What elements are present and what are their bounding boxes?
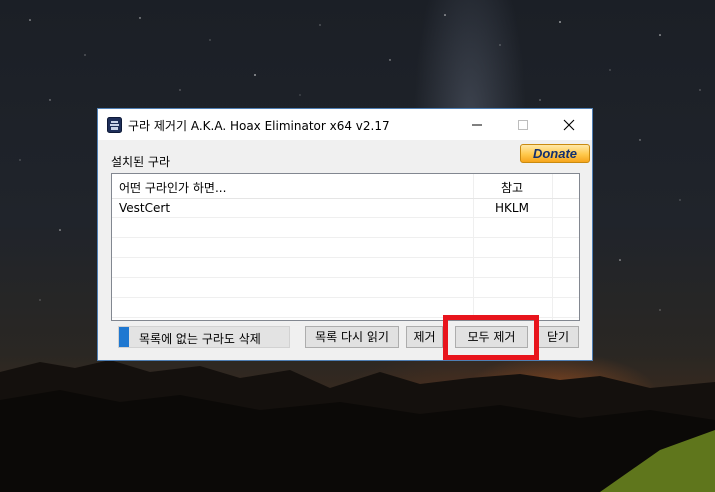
delete-unlisted-label: 목록에 없는 구라도 삭제 bbox=[139, 332, 261, 346]
list-row[interactable]: VestCert HKLM bbox=[112, 198, 579, 218]
title-bar[interactable]: 구라 제거기 A.K.A. Hoax Eliminator x64 v2.17 bbox=[98, 109, 592, 140]
delete-unlisted-toggle[interactable]: 목록에 없는 구라도 삭제 bbox=[118, 326, 290, 348]
empty-row bbox=[112, 278, 579, 298]
installed-items-list[interactable]: 어떤 구라인가 하면... 참고 VestCert HKLM bbox=[111, 173, 580, 321]
list-header: 어떤 구라인가 하면... 참고 bbox=[112, 174, 579, 199]
empty-row bbox=[112, 258, 579, 278]
row-ref: HKLM bbox=[495, 201, 529, 215]
close-window-button[interactable] bbox=[546, 109, 592, 140]
row-name: VestCert bbox=[119, 201, 171, 215]
maximize-icon bbox=[518, 120, 528, 130]
window-title: 구라 제거기 A.K.A. Hoax Eliminator x64 v2.17 bbox=[128, 119, 390, 133]
donate-button[interactable]: Donate bbox=[520, 144, 590, 163]
minimize-icon bbox=[472, 124, 482, 126]
installed-items-label: 설치된 구라 bbox=[111, 155, 171, 169]
empty-row bbox=[112, 218, 579, 238]
minimize-button[interactable] bbox=[454, 109, 500, 140]
column-header-ref[interactable]: 참고 bbox=[474, 179, 550, 196]
maximize-button[interactable] bbox=[500, 109, 546, 140]
close-button[interactable]: 닫기 bbox=[537, 326, 579, 348]
reread-list-button[interactable]: 목록 다시 읽기 bbox=[305, 326, 399, 348]
close-icon bbox=[563, 119, 575, 131]
app-logo-icon bbox=[107, 117, 122, 133]
highlight-box bbox=[443, 315, 539, 360]
empty-row bbox=[112, 238, 579, 258]
toggle-indicator bbox=[119, 327, 129, 347]
column-header-name[interactable]: 어떤 구라인가 하면... bbox=[119, 179, 226, 196]
remove-button[interactable]: 제거 bbox=[406, 326, 443, 348]
